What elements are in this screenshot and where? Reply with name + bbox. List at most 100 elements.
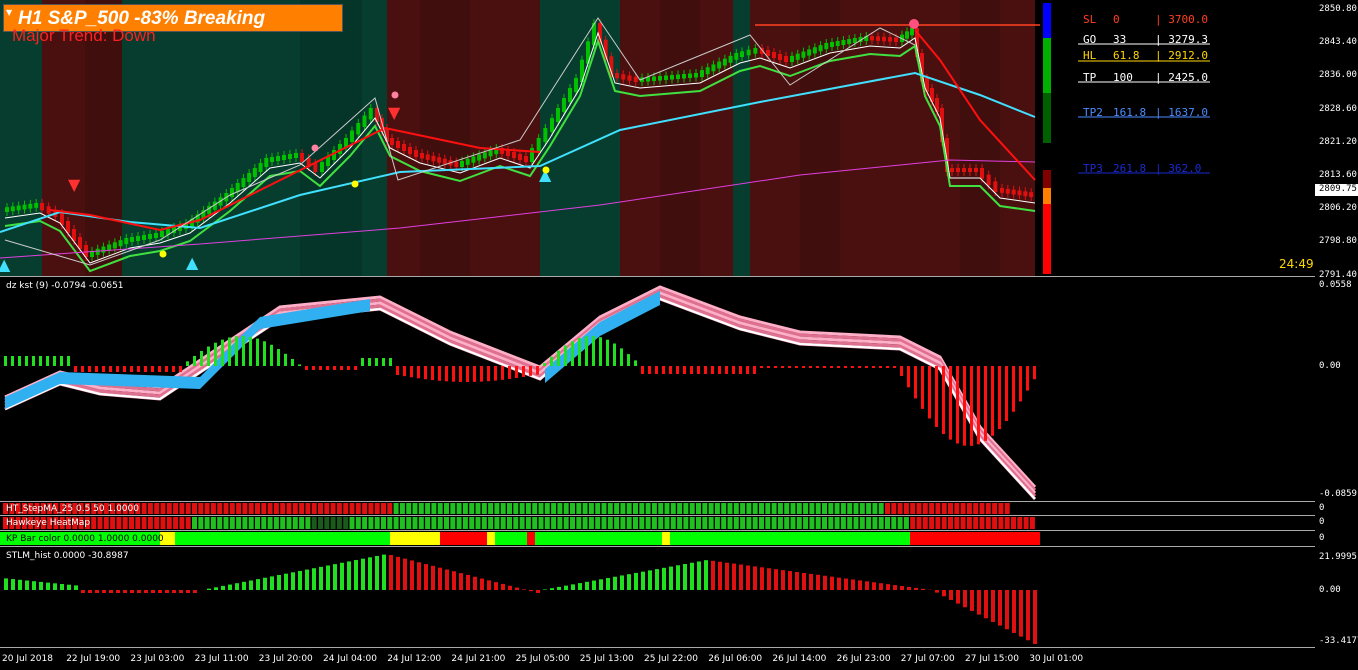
candle bbox=[824, 43, 829, 50]
stlm-histogram-bar bbox=[564, 585, 568, 590]
trend-band-shade bbox=[420, 0, 470, 276]
stepma-bar bbox=[771, 503, 777, 514]
kst-histogram-bar bbox=[221, 339, 224, 366]
candle bbox=[524, 156, 528, 162]
stlm-histogram-bar bbox=[291, 572, 295, 590]
kst-ribbon-line bbox=[4, 291, 1037, 495]
stlm-histogram-bar bbox=[249, 580, 253, 590]
collapse-arrow-icon[interactable]: ▼ bbox=[6, 8, 12, 17]
stepma-bar bbox=[985, 503, 991, 514]
stlm-histogram-bar bbox=[256, 579, 260, 590]
heatmap-bar bbox=[192, 517, 197, 529]
candle bbox=[574, 78, 578, 92]
kst-histogram-bar bbox=[333, 366, 336, 370]
heatmap-bar bbox=[721, 517, 727, 529]
candle bbox=[818, 45, 823, 52]
stepma-bar bbox=[752, 503, 758, 514]
kst-histogram-bar bbox=[319, 366, 322, 370]
level-go: GO 33 | 3279.3 bbox=[1083, 33, 1208, 46]
kpbar-axis: 0 bbox=[1315, 531, 1358, 546]
stepma-bar bbox=[998, 503, 1004, 514]
price-chart-pane[interactable]: ▼▼▲▲▲ ▼ H1 S&P_500 -83% Breaking Major T… bbox=[0, 0, 1315, 277]
kst-histogram-bar bbox=[88, 366, 91, 372]
heatmap-bar bbox=[305, 517, 311, 529]
kst-pane[interactable]: dz kst (9) -0.0794 -0.0651 bbox=[0, 277, 1315, 502]
candle bbox=[112, 242, 117, 249]
heatmap-bar bbox=[488, 517, 494, 529]
kst-histogram-bar bbox=[312, 366, 315, 370]
stepma-bar bbox=[210, 503, 216, 514]
stlm-histogram-bar bbox=[228, 584, 232, 590]
kpbar-segment bbox=[175, 532, 390, 545]
price-axis[interactable]: 2850.80 2843.40 2836.00 2828.60 2821.20 2813.… bbox=[1315, 0, 1358, 280]
kpbar-pane[interactable]: KP Bar color 0.0000 1.0000 0.0000 bbox=[0, 531, 1315, 547]
stlm-pane[interactable]: STLM_hist 0.0000 -30.8987 bbox=[0, 547, 1315, 648]
kst-histogram-bar bbox=[501, 366, 504, 380]
candle bbox=[1005, 188, 1010, 194]
stlm-histogram-bar bbox=[949, 590, 953, 600]
kst-histogram-bar bbox=[473, 366, 476, 382]
stlm-histogram-bar bbox=[102, 590, 106, 593]
stepma-pane[interactable]: HT_StepMA_25 0.5 50 1.0000 bbox=[0, 502, 1315, 516]
candle bbox=[658, 76, 662, 81]
kst-histogram-bar bbox=[928, 366, 931, 419]
stepma-bar bbox=[500, 503, 506, 514]
heatmap-bar bbox=[500, 517, 506, 529]
time-axis[interactable]: 20 Jul 2018 22 Jul 19:00 23 Jul 03:00 23 Ju… bbox=[0, 648, 1315, 670]
stlm-histogram-bar bbox=[284, 573, 288, 590]
candle bbox=[974, 168, 978, 172]
stepma-bar bbox=[708, 503, 714, 514]
kst-histogram-bar bbox=[242, 336, 245, 366]
kst-histogram-bar bbox=[326, 366, 329, 370]
stlm-histogram-bar bbox=[326, 565, 330, 590]
kst-histogram-bar bbox=[424, 366, 427, 380]
stlm-histogram-bar bbox=[676, 565, 680, 590]
stlm-histogram-bar bbox=[557, 586, 561, 590]
heatmap-axis-value: 0 bbox=[1319, 517, 1325, 527]
kst-label: dz kst (9) -0.0794 -0.0651 bbox=[6, 281, 124, 291]
candle bbox=[740, 51, 744, 57]
stepma-bar bbox=[740, 503, 746, 514]
heatmap-bar bbox=[475, 517, 481, 529]
stlm-histogram-bar bbox=[921, 588, 925, 590]
heatmap-bar bbox=[922, 517, 928, 529]
kst-ribbon-line bbox=[4, 294, 1037, 498]
stlm-histogram-bar bbox=[984, 590, 988, 619]
signal-dot bbox=[351, 180, 359, 188]
candle bbox=[414, 150, 418, 157]
heatmap-bar bbox=[872, 517, 878, 529]
heatmap-bar bbox=[979, 517, 985, 529]
stlm-histogram-bar bbox=[753, 566, 757, 590]
stepma-axis: 0 bbox=[1315, 502, 1358, 515]
kst-histogram-bar bbox=[949, 366, 952, 440]
kst-histogram-bar bbox=[291, 358, 294, 366]
stlm-histogram-bar bbox=[312, 568, 316, 590]
kst-canvas[interactable] bbox=[0, 277, 1315, 501]
stepma-bar bbox=[349, 503, 355, 514]
kst-axis-zero: 0.00 bbox=[1319, 361, 1341, 371]
stlm-histogram-bar bbox=[858, 580, 862, 590]
heatmap-bar bbox=[853, 517, 859, 529]
heatmap-bar bbox=[570, 517, 575, 529]
stepma-bar bbox=[639, 503, 645, 514]
heatmap-bar bbox=[381, 517, 386, 529]
stlm-histogram-bar bbox=[620, 575, 624, 590]
sell-arrow-icon: ▼ bbox=[68, 175, 81, 194]
heatmap-bar bbox=[154, 517, 160, 529]
price-axis-label: 2836.00 bbox=[1319, 70, 1357, 81]
heatmap-bar bbox=[733, 517, 739, 529]
stepma-canvas bbox=[3, 503, 1010, 514]
heatmap-bar bbox=[368, 517, 374, 529]
heatmap-pane[interactable]: Hawkeye HeatMap bbox=[0, 516, 1315, 531]
stepma-axis-value: 0 bbox=[1319, 503, 1325, 513]
heatmap-bar bbox=[456, 517, 462, 529]
stlm-histogram-bar bbox=[46, 582, 50, 590]
stlm-histogram-bar bbox=[788, 571, 792, 590]
candle bbox=[40, 203, 44, 211]
candle bbox=[711, 64, 716, 72]
kst-histogram-bar bbox=[872, 366, 875, 368]
stlm-histogram-bar bbox=[11, 579, 15, 590]
stlm-histogram-bar bbox=[389, 555, 393, 590]
stlm-histogram-bar bbox=[956, 590, 960, 604]
stlm-canvas[interactable] bbox=[0, 547, 1315, 647]
